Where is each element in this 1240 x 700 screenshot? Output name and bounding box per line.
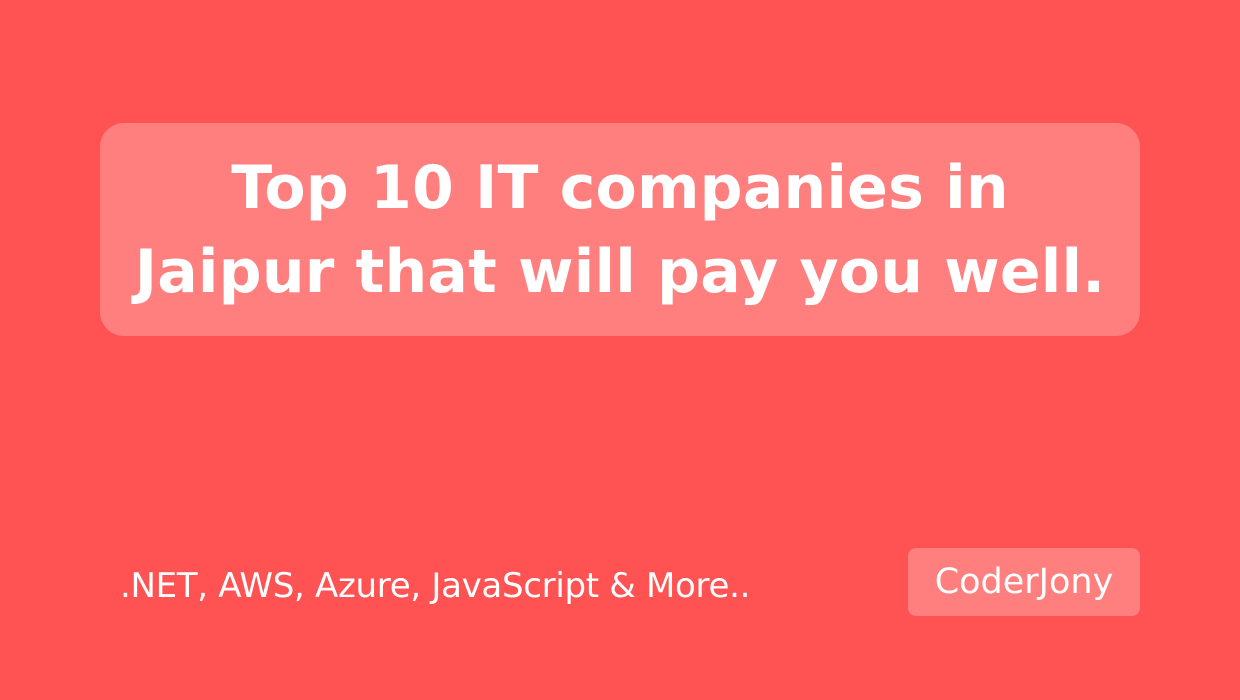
title-card: Top 10 IT companies in Jaipur that will … <box>100 123 1140 336</box>
tech-tagline: .NET, AWS, Azure, JavaScript & More.. <box>120 566 751 606</box>
brand-name: CoderJony <box>934 562 1114 602</box>
brand-badge: CoderJony <box>908 548 1140 616</box>
title-line-1: Top 10 IT companies in <box>231 152 1009 223</box>
title-line-2: Jaipur that will pay you well. <box>134 236 1106 307</box>
